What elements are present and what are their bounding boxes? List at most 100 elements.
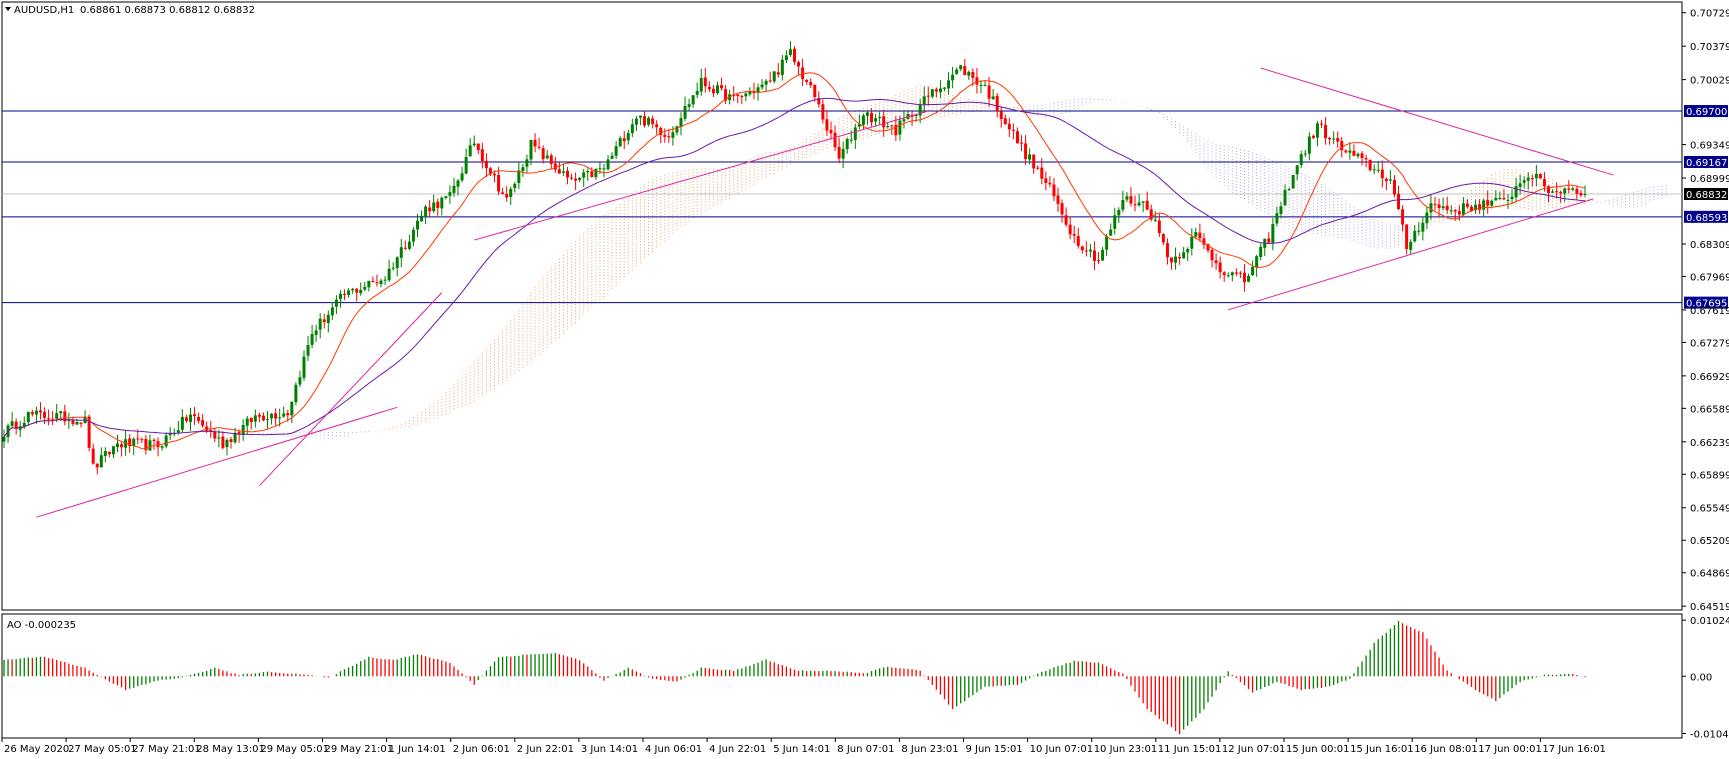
candle-body — [164, 435, 168, 447]
candle-body — [1332, 138, 1336, 140]
candle-body — [440, 197, 444, 209]
candle-body — [1461, 203, 1465, 215]
candle-body — [557, 169, 561, 174]
candle-body — [776, 72, 780, 75]
candle-body — [902, 119, 906, 122]
candle-body — [829, 129, 833, 134]
time-tick-label: 8 Jun 07:01 — [837, 744, 894, 755]
candle-body — [432, 202, 436, 212]
candle-body — [379, 280, 383, 285]
candle-body — [967, 71, 971, 76]
candle-body — [1498, 197, 1502, 199]
candle-body — [274, 413, 278, 419]
candle-body — [136, 438, 140, 440]
candle-body — [59, 411, 63, 414]
candle-body — [1137, 202, 1141, 206]
candle-body — [1303, 153, 1307, 155]
candle-body — [75, 422, 79, 425]
price-panel[interactable] — [1, 1, 1683, 611]
chart-window[interactable]: 0.697000.691670.685930.676950.68832 0.70… — [0, 0, 1729, 759]
candle-body — [1567, 188, 1571, 190]
candle-body — [286, 413, 290, 416]
candle-body — [1056, 195, 1060, 204]
candle-body — [111, 446, 115, 455]
candle-body — [942, 87, 946, 89]
symbol-label: AUDUSD,H1 — [14, 5, 74, 16]
candle-body — [1121, 200, 1125, 210]
candle-body — [391, 267, 395, 269]
time-tick-label: 26 May 2020 — [4, 744, 69, 755]
candle-body — [1271, 223, 1275, 244]
candle-body — [330, 307, 334, 316]
candle-body — [444, 196, 448, 198]
candle-body — [707, 86, 711, 90]
time-tick-label: 27 May 21:01 — [132, 744, 201, 755]
candle-body — [1109, 229, 1113, 236]
ao-tick-label: -0.010443 — [1690, 729, 1729, 740]
candle-body — [1315, 123, 1319, 138]
candle-body — [1210, 249, 1214, 261]
candle-body — [533, 139, 537, 147]
candle-body — [837, 146, 841, 159]
time-tick-label: 11 Jun 15:01 — [1158, 744, 1222, 755]
candle-body — [480, 149, 484, 162]
candle-body — [995, 95, 999, 111]
candle-body — [436, 201, 440, 208]
candle-body — [760, 84, 764, 88]
candle-body — [930, 89, 934, 97]
candle-body — [784, 55, 788, 61]
candle-body — [586, 170, 590, 173]
candle-body — [160, 446, 164, 448]
candle-body — [1190, 236, 1194, 249]
candle-body — [176, 430, 180, 433]
candle-body — [245, 418, 249, 426]
candle-body — [1247, 275, 1251, 282]
candle-body — [1575, 188, 1579, 194]
candle-body — [116, 443, 120, 448]
candle-body — [152, 439, 156, 441]
candle-body — [861, 115, 865, 125]
candle-body — [853, 127, 857, 140]
candle-body — [687, 104, 691, 107]
level-price-label: 0.69167 — [1686, 158, 1727, 169]
candle-body — [1133, 204, 1137, 206]
candle-body — [387, 268, 391, 281]
price-tick-label: 0.70379 — [1690, 42, 1729, 53]
candle-body — [667, 136, 671, 138]
candle-body — [1048, 182, 1052, 185]
candle-body — [322, 319, 326, 323]
candle-body — [1255, 256, 1259, 268]
price-tick-label: 0.67969 — [1690, 272, 1729, 283]
current-price-label: 0.68832 — [1686, 190, 1727, 201]
time-tick-label: 29 May 21:01 — [325, 744, 394, 755]
candle-body — [1384, 178, 1388, 182]
ao-tick-label: 0.010241 — [1690, 616, 1729, 627]
candle-body — [501, 192, 505, 195]
candle-body — [1283, 189, 1287, 206]
candle-body — [1441, 206, 1445, 209]
candle-body — [1530, 178, 1534, 180]
ao-panel[interactable] — [1, 613, 1683, 739]
candle-body — [695, 90, 699, 95]
candle-body — [359, 289, 363, 294]
candle-body — [959, 65, 963, 70]
candle-body — [1417, 230, 1421, 232]
candle-body — [371, 280, 375, 282]
candle-body — [618, 138, 622, 147]
candle-body — [699, 77, 703, 92]
candle-body — [938, 88, 942, 93]
candle-body — [257, 414, 261, 417]
candle-body — [395, 257, 399, 269]
candle-body — [772, 71, 776, 82]
candle-body — [79, 422, 83, 424]
candle-body — [951, 74, 955, 81]
candle-body — [517, 170, 521, 184]
candle-body — [1161, 233, 1165, 243]
candle-body — [375, 282, 379, 284]
candle-body — [1563, 188, 1567, 194]
candle-body — [1324, 124, 1328, 139]
price-tick-label: 0.66239 — [1690, 438, 1729, 449]
price-tick-label: 0.66589 — [1690, 404, 1729, 415]
candle-body — [1360, 153, 1364, 159]
candle-body — [1032, 154, 1036, 169]
